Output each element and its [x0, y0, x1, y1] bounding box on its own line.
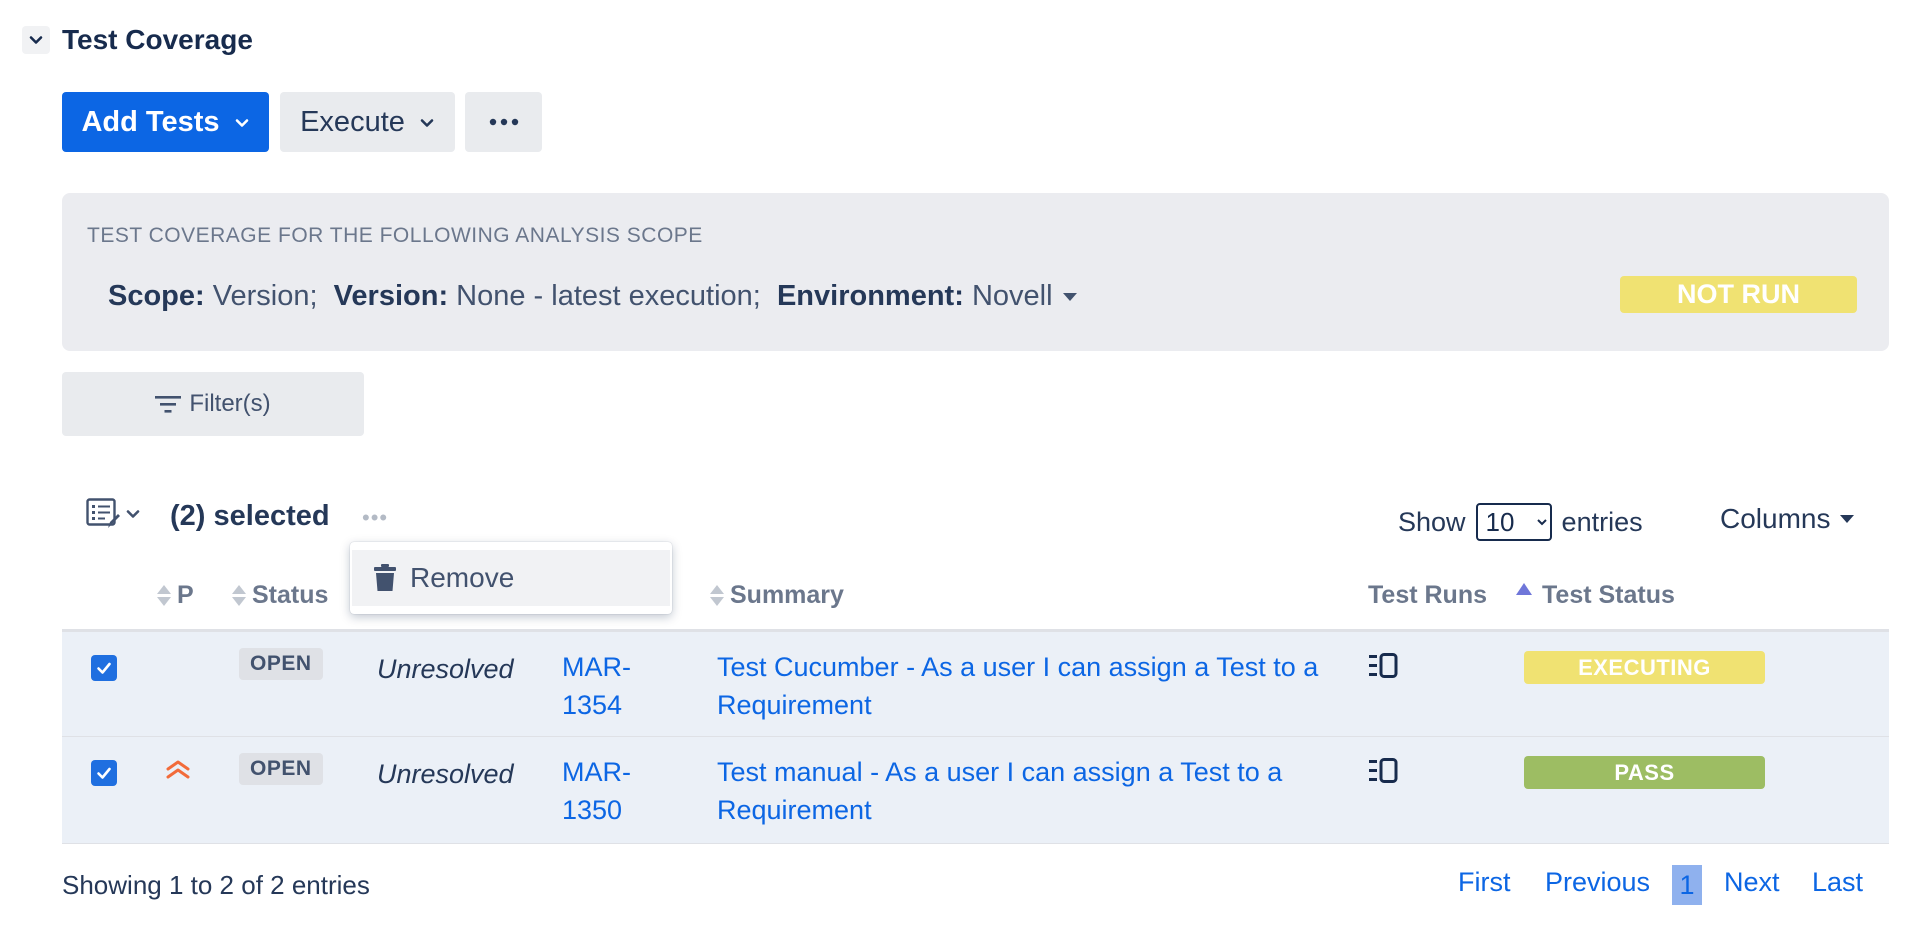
chevron-down-icon: [419, 106, 435, 139]
pagination-last[interactable]: Last: [1812, 867, 1863, 898]
overall-status-badge: NOT RUN: [1620, 276, 1857, 313]
filter-button[interactable]: Filter(s): [62, 372, 364, 436]
sort-ascending-icon: [1516, 582, 1532, 595]
columns-label: Columns: [1720, 503, 1831, 534]
show-label: Show: [1398, 506, 1466, 537]
column-header-summary[interactable]: Summary: [710, 581, 844, 610]
checklist-icon: [86, 498, 120, 528]
issue-key-link[interactable]: MAR- 1354: [562, 648, 631, 724]
issue-key-part: MAR-: [562, 757, 631, 787]
column-header-priority-label: P: [177, 581, 194, 609]
column-header-test-status-label: Test Status: [1542, 581, 1675, 609]
table-row[interactable]: OPEN Unresolved MAR- 1354 Test Cucumber …: [62, 632, 1889, 737]
entries-label: entries: [1561, 506, 1643, 537]
column-header-test-runs-label: Test Runs: [1368, 581, 1487, 609]
summary-text: Requirement: [717, 690, 872, 720]
issue-key-part: 1350: [562, 795, 623, 825]
summary-link[interactable]: Test Cucumber - As a user I can assign a…: [717, 648, 1397, 724]
sort-icon: [157, 585, 171, 606]
analysis-scope-panel: [62, 193, 1889, 351]
row-checkbox[interactable]: [91, 655, 117, 681]
test-status-badge: PASS: [1524, 756, 1765, 789]
sort-icon: [232, 585, 246, 606]
pagination-previous[interactable]: Previous: [1545, 867, 1650, 898]
execute-button[interactable]: Execute: [280, 92, 455, 152]
columns-dropdown[interactable]: Columns: [1720, 503, 1855, 535]
caret-down-icon: [1062, 293, 1077, 302]
summary-text: Test Cucumber - As a user I can assign a…: [717, 652, 1319, 682]
column-header-status[interactable]: Status: [232, 581, 328, 610]
scope-heading: TEST COVERAGE FOR THE FOLLOWING ANALYSIS…: [87, 224, 703, 247]
selection-actions-menu: Remove: [350, 542, 672, 614]
entries-per-page-select[interactable]: 102550100: [1475, 503, 1552, 541]
bulk-select-dropdown[interactable]: [86, 498, 142, 530]
environment-dropdown[interactable]: Novell: [972, 280, 1077, 312]
trash-icon: [374, 564, 396, 591]
version-label: Version:: [333, 280, 449, 312]
resolution-value: Unresolved: [377, 759, 514, 789]
pagination-next[interactable]: Next: [1724, 867, 1780, 898]
chevron-down-icon[interactable]: [22, 26, 50, 54]
remove-menu-item[interactable]: Remove: [352, 550, 670, 606]
table-row[interactable]: OPEN Unresolved MAR- 1350 Test manual - …: [62, 737, 1889, 844]
entries-summary: Showing 1 to 2 of 2 entries: [62, 870, 370, 900]
column-header-summary-label: Summary: [730, 581, 844, 609]
test-runs-icon[interactable]: [1369, 653, 1399, 684]
execute-label: Execute: [300, 105, 405, 138]
column-header-test-runs: Test Runs: [1368, 581, 1487, 610]
caret-down-icon: [1840, 515, 1855, 523]
resolution-value: Unresolved: [377, 654, 514, 684]
filter-icon: [155, 396, 182, 413]
scope-details: Scope: Version; Version: None - latest e…: [108, 280, 1077, 313]
pagination-first[interactable]: First: [1458, 867, 1510, 898]
status-badge: OPEN: [239, 648, 323, 680]
section-header: Test Coverage: [22, 24, 253, 56]
section-title: Test Coverage: [62, 24, 253, 55]
scope-value: Version;: [212, 280, 318, 312]
show-entries-control: Show 102550100 entries: [1398, 503, 1643, 541]
sort-icon: [710, 585, 724, 606]
issue-key-part: MAR-: [562, 652, 631, 682]
environment-label: Environment:: [776, 280, 964, 312]
chevron-down-icon: [126, 510, 140, 518]
test-status-badge: EXECUTING: [1524, 651, 1765, 684]
selected-count: (2) selected: [170, 500, 330, 532]
environment-value: Novell: [971, 280, 1053, 312]
summary-text: Requirement: [717, 795, 872, 825]
summary-link[interactable]: Test manual - As a user I can assign a T…: [717, 753, 1397, 829]
version-value: None - latest execution;: [456, 280, 761, 312]
add-tests-label: Add Tests: [81, 105, 220, 138]
filter-label: Filter(s): [189, 390, 271, 417]
selection-more-button[interactable]: •••: [362, 505, 388, 531]
issue-key-part: 1354: [562, 690, 623, 720]
pagination-current-page[interactable]: 1: [1672, 865, 1702, 905]
priority-high-icon: [165, 758, 191, 785]
add-tests-button[interactable]: Add Tests: [62, 92, 269, 152]
row-checkbox[interactable]: [91, 760, 117, 786]
more-icon: [489, 118, 518, 126]
summary-text: Test manual - As a user I can assign a T…: [717, 757, 1283, 787]
status-badge: OPEN: [239, 753, 323, 785]
test-runs-icon[interactable]: [1369, 758, 1399, 789]
column-header-priority[interactable]: P: [157, 581, 194, 610]
remove-label: Remove: [410, 562, 515, 593]
column-header-status-label: Status: [252, 581, 329, 609]
chevron-down-icon: [234, 106, 250, 139]
column-header-test-status[interactable]: Test Status: [1516, 581, 1675, 610]
more-actions-button[interactable]: [465, 92, 542, 152]
scope-label: Scope:: [108, 280, 205, 312]
issue-key-link[interactable]: MAR- 1350: [562, 753, 631, 829]
